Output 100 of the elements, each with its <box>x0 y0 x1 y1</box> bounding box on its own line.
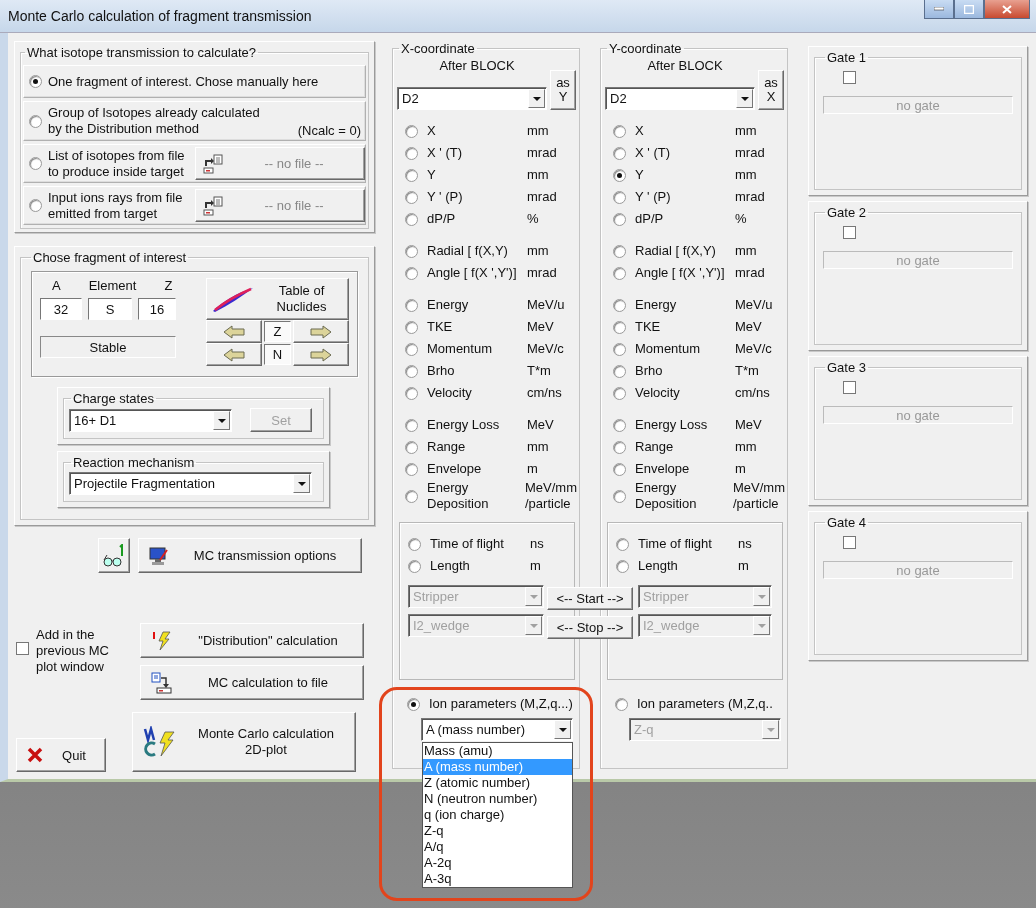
caret-icon <box>213 410 230 430</box>
option-label: Energy <box>427 297 470 313</box>
dropdown-option[interactable]: A-2q <box>423 855 572 871</box>
radio-button[interactable] <box>405 244 418 258</box>
dropdown-option[interactable]: Z (atomic number) <box>423 775 572 791</box>
radio-button[interactable] <box>405 320 418 334</box>
option-label: Momentum <box>427 341 494 357</box>
dropdown-option[interactable]: A/q <box>423 839 572 855</box>
radio-button[interactable] <box>405 386 418 400</box>
dropdown-option[interactable]: q (ion charge) <box>423 807 572 823</box>
maximize-button[interactable] <box>954 0 984 19</box>
nav-field: N <box>263 344 292 365</box>
radio-button[interactable] <box>29 75 42 88</box>
radio-button[interactable] <box>405 342 418 356</box>
close-icon <box>1002 4 1012 14</box>
radio-button[interactable] <box>405 266 418 280</box>
radio-button[interactable] <box>405 124 418 138</box>
glasses-button[interactable] <box>98 538 130 573</box>
radio-button[interactable] <box>405 462 418 476</box>
checkbox[interactable] <box>16 642 29 655</box>
unit-label: mrad <box>735 265 765 281</box>
radio-button[interactable] <box>613 124 626 138</box>
unit-label: m <box>530 558 541 574</box>
mass-number-field[interactable]: 32 <box>40 298 82 320</box>
distribution-button[interactable]: "Distribution" calculation <box>140 623 364 658</box>
table-of-nuclides-button[interactable]: Table of Nuclides <box>206 278 349 320</box>
radio-button[interactable] <box>613 320 626 334</box>
radio-button[interactable] <box>405 168 418 182</box>
checkbox[interactable] <box>843 226 856 239</box>
previous-button[interactable] <box>206 320 262 343</box>
gate-field: no gate <box>823 406 1013 424</box>
option-label: Energy <box>635 297 678 313</box>
dropdown-option[interactable]: A-3q <box>423 871 572 887</box>
option-label: Range <box>635 439 675 455</box>
checkbox[interactable] <box>843 71 856 84</box>
stop-button[interactable]: <-- Stop --> <box>547 616 633 639</box>
radio-button[interactable] <box>613 266 626 280</box>
option-label: Group of Isotopes already calculated by the Distribution method <box>48 105 260 137</box>
radio-button[interactable] <box>407 697 420 711</box>
radio-button[interactable] <box>408 537 421 551</box>
radio-button[interactable] <box>29 199 42 212</box>
radio-button[interactable] <box>613 190 626 204</box>
radio-button[interactable] <box>613 244 626 258</box>
radio-button[interactable] <box>613 212 626 226</box>
radio-button[interactable] <box>613 146 626 160</box>
block-dropdown[interactable]: D2 <box>605 87 755 110</box>
dropdown-option[interactable]: Mass (amu) <box>423 743 572 759</box>
radio-button[interactable] <box>613 386 626 400</box>
radio-button[interactable] <box>29 114 42 128</box>
monitor-icon <box>149 545 169 566</box>
previous-button[interactable] <box>206 343 262 366</box>
radio-button[interactable] <box>405 489 418 503</box>
radio-button[interactable] <box>405 440 418 454</box>
monte-carlo-plot-button[interactable]: Monte Carlo calculation 2D-plot <box>132 712 356 772</box>
calc-count: (Ncalc = 0) <box>297 123 361 138</box>
minimize-button[interactable] <box>924 0 954 19</box>
block-dropdown[interactable]: D2 <box>397 87 547 110</box>
ion-parameter-dropdown[interactable]: A (mass number) <box>421 718 573 741</box>
radio-button[interactable] <box>613 489 626 503</box>
close-button[interactable] <box>984 0 1030 19</box>
checkbox[interactable] <box>843 536 856 549</box>
radio-button[interactable] <box>405 364 418 378</box>
radio-button[interactable] <box>613 440 626 454</box>
quit-button[interactable]: Quit <box>16 738 106 772</box>
options-button[interactable]: MC transmission options <box>138 538 362 573</box>
left-arrow-icon <box>222 347 245 362</box>
option-label: X ' (T) <box>427 145 463 161</box>
radio-button[interactable] <box>408 559 421 573</box>
file-calculation-button[interactable]: MC calculation to file <box>140 665 364 700</box>
dropdown-option[interactable]: N (neutron number) <box>423 791 572 807</box>
radio-button[interactable] <box>405 190 418 204</box>
radio-button[interactable] <box>29 157 42 170</box>
radio-button[interactable] <box>613 298 626 312</box>
reaction-dropdown[interactable]: Projectile Fragmentation <box>69 472 312 495</box>
radio-button[interactable] <box>405 418 418 432</box>
atomic-number-field[interactable]: 16 <box>138 298 176 320</box>
swap-axis-button[interactable]: as Y <box>550 70 576 110</box>
radio-button[interactable] <box>613 462 626 476</box>
radio-button[interactable] <box>613 342 626 356</box>
radio-button[interactable] <box>613 168 626 182</box>
checkbox[interactable] <box>843 381 856 394</box>
radio-button[interactable] <box>405 212 418 226</box>
start-button[interactable]: <-- Start --> <box>547 587 633 610</box>
radio-button[interactable] <box>616 559 629 573</box>
radio-button[interactable] <box>405 298 418 312</box>
next-button[interactable] <box>293 343 349 366</box>
element-field[interactable]: S <box>88 298 132 320</box>
next-button[interactable] <box>293 320 349 343</box>
maximize-icon <box>964 4 974 14</box>
radio-button[interactable] <box>613 418 626 432</box>
lightning-icon <box>151 630 173 651</box>
unit-label: m <box>738 558 749 574</box>
group-title: Gate 2 <box>826 205 868 220</box>
radio-button[interactable] <box>405 146 418 160</box>
radio-button[interactable] <box>613 364 626 378</box>
radio-button[interactable] <box>616 537 629 551</box>
charge-state-dropdown[interactable]: 16+ D1 <box>69 408 232 432</box>
unit-label: T*m <box>527 363 551 379</box>
swap-axis-button[interactable]: as X <box>758 70 784 110</box>
dropdown-option[interactable]: Z-q <box>423 823 572 839</box>
